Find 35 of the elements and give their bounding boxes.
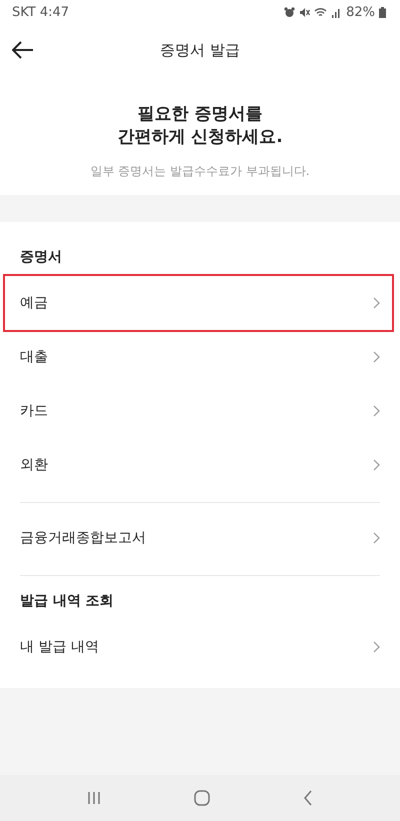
section-title: 발급 내역 조회 bbox=[20, 592, 115, 611]
headline-line: 필요한 증명서를 bbox=[138, 103, 262, 126]
item-label: 카드 bbox=[20, 402, 48, 420]
item-label: 금융거래종합보고서 bbox=[20, 529, 146, 547]
menu-item[interactable]: 대출 bbox=[20, 330, 380, 384]
menu-item[interactable]: 카드 bbox=[20, 384, 380, 438]
chevron-icon bbox=[373, 641, 380, 653]
back-nav-icon[interactable] bbox=[303, 790, 314, 806]
section-title: 증명서 bbox=[20, 248, 63, 267]
status-time: SKT 4:47 bbox=[12, 4, 70, 20]
menu-item[interactable]: 금융거래종합보고서 bbox=[20, 511, 380, 565]
menu-item[interactable]: 예금 bbox=[5, 276, 392, 330]
chevron-icon bbox=[373, 405, 380, 417]
recent-apps-icon[interactable] bbox=[86, 791, 101, 805]
item-label: 내 발급 내역 bbox=[20, 638, 99, 656]
headline-line: 간편하게 신청하세요. bbox=[117, 126, 283, 149]
home-icon[interactable] bbox=[194, 790, 210, 806]
back-arrow-icon[interactable] bbox=[12, 41, 34, 59]
item-label: 예금 bbox=[20, 294, 48, 312]
signal-icon bbox=[331, 6, 342, 18]
item-label: 대출 bbox=[20, 348, 48, 366]
battery-percent: 82% bbox=[346, 4, 375, 20]
fee-note: 일부 증명서는 발급수수료가 부과됩니다. bbox=[90, 163, 310, 180]
wifi-icon bbox=[314, 6, 328, 18]
mute-icon bbox=[299, 6, 310, 18]
battery-icon bbox=[379, 6, 386, 18]
page-title: 증명서 발급 bbox=[160, 40, 240, 60]
chevron-icon bbox=[373, 351, 380, 363]
item-label: 외환 bbox=[20, 456, 48, 474]
chevron-icon bbox=[373, 297, 380, 309]
chevron-icon bbox=[373, 532, 380, 544]
menu-item[interactable]: 내 발급 내역 bbox=[20, 620, 380, 674]
alarm-icon bbox=[284, 6, 296, 18]
chevron-icon bbox=[373, 459, 380, 471]
menu-item[interactable]: 외환 bbox=[20, 438, 380, 492]
